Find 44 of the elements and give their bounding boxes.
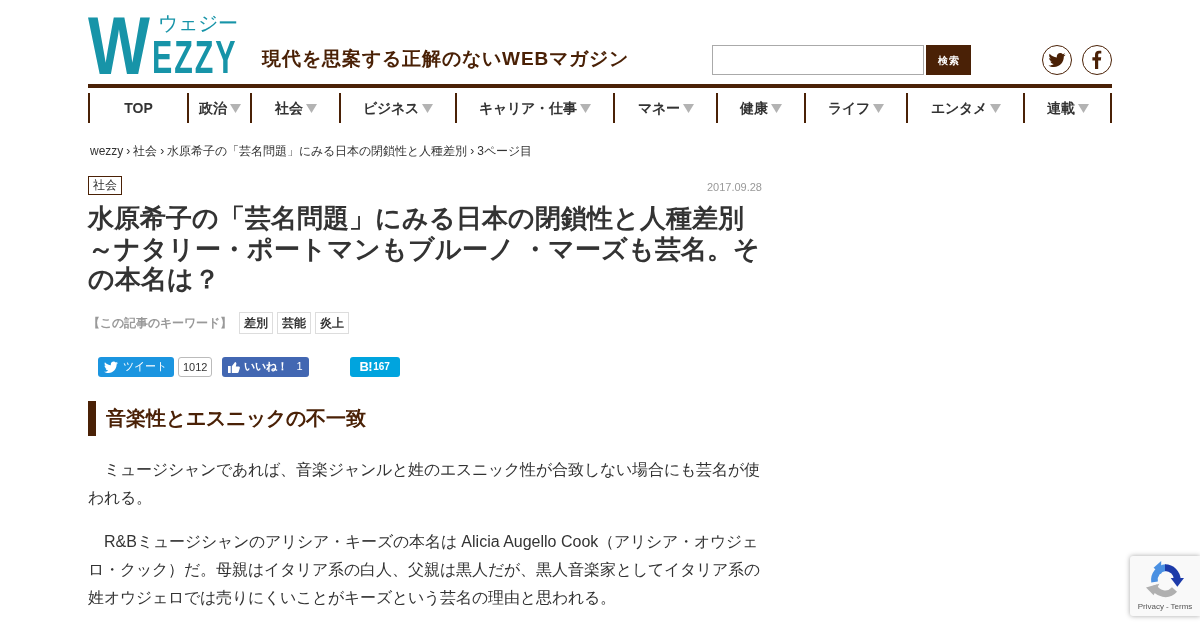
tweet-count: 1012 — [178, 356, 213, 377]
accent-bar — [88, 400, 96, 436]
section-heading: 音楽性とエスニックの不一致 — [106, 405, 366, 431]
nav-item[interactable]: TOP — [88, 93, 187, 123]
like-button[interactable]: いいね！ 1 — [222, 356, 309, 377]
footer-link[interactable]: Terms — [1170, 602, 1193, 612]
nav-item[interactable]: ライフ — [804, 93, 906, 123]
article-title: 水原希子の「芸名問題」にみる日本の閉鎖性と人種差別～ナタリー・ポートマンもブルーノ ・マーズも芸名。その本名は？ — [88, 203, 762, 295]
footer-link[interactable]: Privacy — [1137, 602, 1164, 612]
nav-item[interactable]: 健康 — [716, 93, 804, 123]
keyword-tag[interactable]: 芸能 — [277, 311, 311, 334]
category-tag[interactable]: 社会 — [88, 176, 122, 195]
link-separator: - — [1165, 602, 1169, 612]
keyword-tag[interactable]: 炎上 — [315, 311, 349, 334]
search-button[interactable]: 検索 — [926, 45, 971, 75]
nav-item[interactable]: キャリア・仕事 — [455, 93, 613, 123]
article-date: 2017.09.28 — [706, 182, 762, 193]
breadcrumb-link[interactable]: 社会 — [133, 144, 158, 159]
breadcrumb-separator: › — [470, 144, 475, 159]
breadcrumb-current: 3ページ目 — [477, 144, 533, 159]
keyword-tag[interactable]: 差別 — [239, 311, 273, 334]
breadcrumb-link[interactable]: wezzy — [90, 144, 124, 159]
circular-arrows-icon — [1146, 561, 1184, 599]
nav-item[interactable]: マネー — [613, 93, 716, 123]
search-field[interactable] — [712, 45, 924, 75]
site-tagline: 現代を思案する正解のないWEBマガジン — [262, 49, 631, 68]
nav-item[interactable]: エンタメ — [906, 93, 1023, 123]
logo-kana[interactable]: ウェジー — [158, 13, 239, 33]
body-paragraph: ミュージシャンであれば、音楽ジャンルと姓のエスニック性が合致しない場合にも芸名が使われる。 — [88, 459, 761, 508]
thumbs-up-icon — [228, 360, 241, 373]
nav-item[interactable]: 連載 — [1023, 93, 1112, 123]
breadcrumb-separator: › — [126, 144, 131, 159]
nav-item[interactable]: 社会 — [250, 93, 339, 123]
logo-wordmark[interactable]: EZZY — [152, 39, 238, 76]
nav-item[interactable]: 政治 — [187, 93, 250, 123]
keyword-label: 【この記事のキーワード】 — [88, 314, 232, 332]
bird-icon — [104, 360, 118, 373]
logo-initial[interactable]: W — [88, 13, 150, 79]
bird-circle-icon[interactable] — [1042, 45, 1072, 75]
f-circle-icon[interactable] — [1082, 45, 1112, 75]
body-paragraph: R&Bミュージシャンのアリシア・キーズの本名は Alicia Augello Cook（アリシア・オウジェロ・クック）だ。母親はイタリア系の白人、父親は黒人だが、黒人音楽家としてイタリア系の姓オウジェロでは売りにくいことがキーズという芸名の理由と思われる。 — [88, 531, 761, 608]
breadcrumb-separator: › — [160, 144, 165, 159]
nav-item[interactable]: ビジネス — [339, 93, 455, 123]
breadcrumb-link[interactable]: 水原希子の「芸名問題」にみる日本の閉鎖性と人種差別 — [167, 144, 468, 159]
